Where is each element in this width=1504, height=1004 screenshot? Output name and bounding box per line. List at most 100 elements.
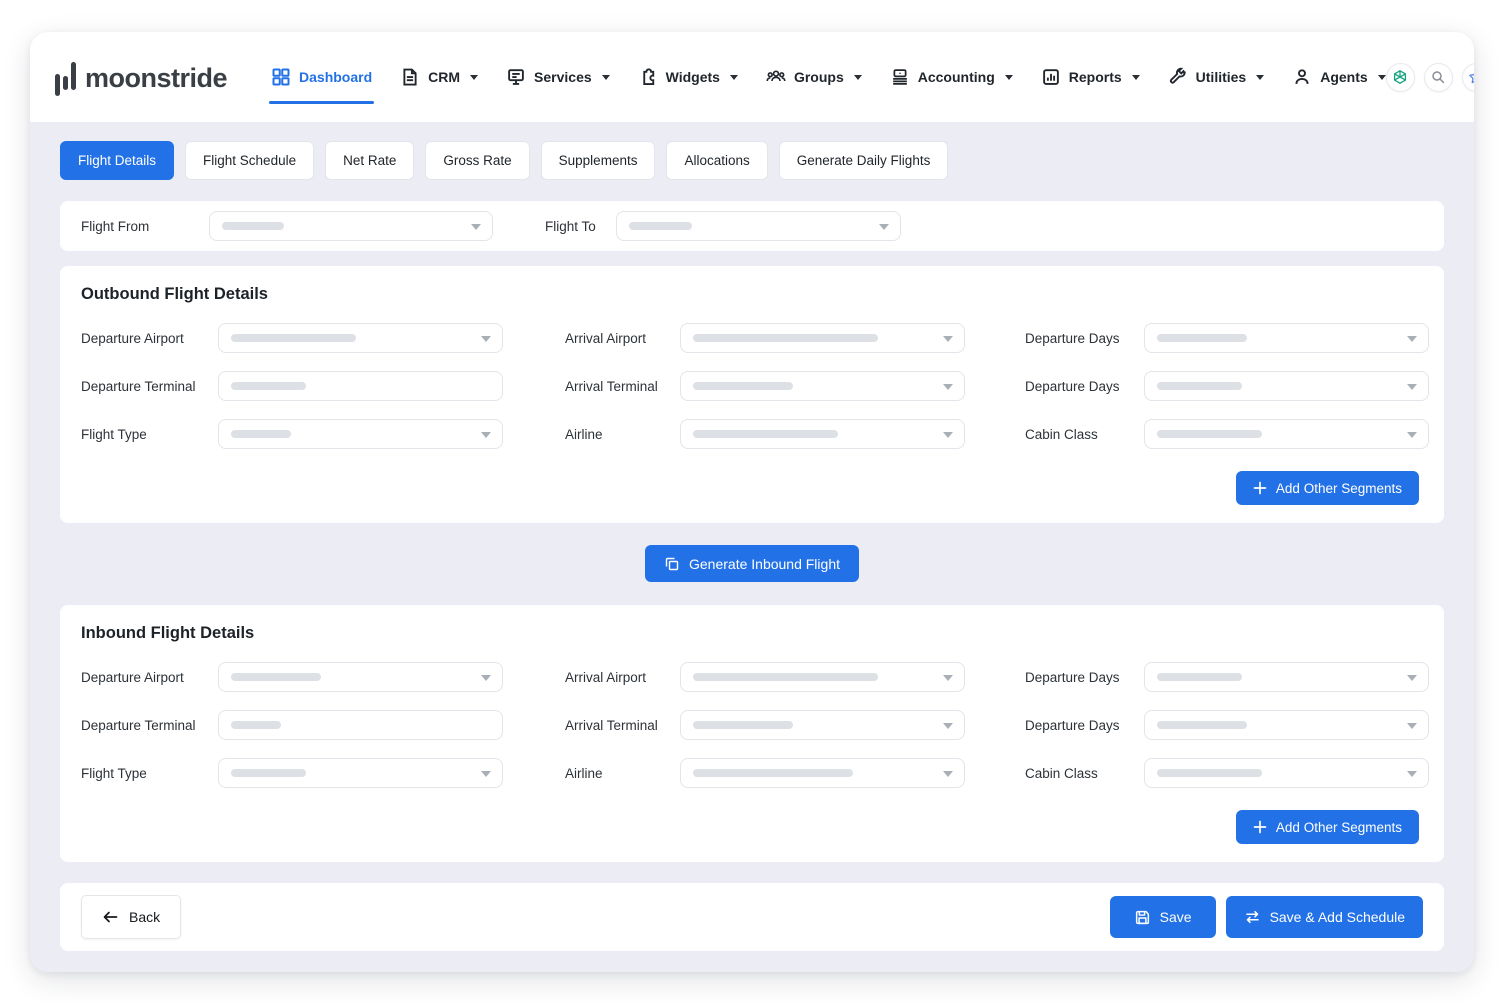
nav-item-reports[interactable]: Reports	[1041, 32, 1140, 122]
field-label: Airline	[503, 427, 680, 442]
outbound-title: Outbound Flight Details	[81, 284, 1419, 304]
field-label: Departure Airport	[81, 331, 218, 346]
outbound-arrival-airport-select[interactable]	[680, 323, 965, 353]
nav-item-dashboard[interactable]: Dashboard	[271, 32, 372, 122]
placeholder-bar	[693, 334, 878, 342]
field-label: Departure Terminal	[81, 718, 218, 733]
monitor-icon	[506, 67, 526, 87]
copy-icon	[664, 556, 680, 572]
tab-generate-daily-flights[interactable]: Generate Daily Flights	[779, 141, 949, 180]
outbound-flight-type-select[interactable]	[218, 419, 503, 449]
chevron-down-icon	[943, 771, 953, 777]
inbound-departure-airport-select[interactable]	[218, 662, 503, 692]
flight-to-select[interactable]	[616, 211, 901, 241]
inbound-add-other-segments-button[interactable]: Add Other Segments	[1236, 810, 1419, 844]
nav-label: Accounting	[918, 69, 995, 85]
button-label: Generate Inbound Flight	[689, 556, 840, 572]
inbound-departure-days-select[interactable]	[1144, 662, 1429, 692]
tab-supplements[interactable]: Supplements	[541, 141, 656, 180]
nav-item-widgets[interactable]: Widgets	[638, 32, 738, 122]
brand-logo-icon	[55, 62, 76, 92]
nav-label: Utilities	[1196, 69, 1247, 85]
tab-flight-schedule[interactable]: Flight Schedule	[185, 141, 314, 180]
wrench-icon	[1168, 67, 1188, 87]
outbound-departure-days-2-select[interactable]	[1144, 371, 1429, 401]
inbound-departure-days-2-select[interactable]	[1144, 710, 1429, 740]
openai-icon	[1392, 69, 1408, 85]
nav-label: Widgets	[666, 69, 720, 85]
inbound-cabin-class-select[interactable]	[1144, 758, 1429, 788]
field-label: Cabin Class	[965, 766, 1144, 781]
field-label: Arrival Airport	[503, 331, 680, 346]
field-label: Flight Type	[81, 427, 218, 442]
outbound-departure-airport-select[interactable]	[218, 323, 503, 353]
nav-item-agents[interactable]: Agents	[1292, 32, 1385, 122]
outbound-departure-terminal-input[interactable]	[218, 371, 503, 401]
outbound-panel: Outbound Flight Details Departure Airpor…	[60, 266, 1444, 523]
inbound-airline-select[interactable]	[680, 758, 965, 788]
save-button[interactable]: Save	[1110, 896, 1216, 938]
plus-icon	[1253, 820, 1267, 834]
favorites-button[interactable]	[1462, 63, 1474, 92]
field-label: Departure Days	[965, 670, 1144, 685]
chevron-down-icon	[943, 336, 953, 342]
nav-item-groups[interactable]: Groups	[766, 32, 862, 122]
footer-action-bar: Back Save Save & Add Schedule	[60, 883, 1444, 951]
button-label: Save	[1160, 909, 1192, 925]
chevron-down-icon	[1132, 75, 1140, 80]
outbound-departure-days-select[interactable]	[1144, 323, 1429, 353]
placeholder-bar	[222, 222, 284, 230]
grid-icon	[271, 67, 291, 87]
inbound-arrival-terminal-select[interactable]	[680, 710, 965, 740]
bar-chart-icon	[1041, 67, 1061, 87]
save-and-add-schedule-button[interactable]: Save & Add Schedule	[1226, 896, 1423, 938]
chevron-down-icon	[481, 771, 491, 777]
search-button[interactable]	[1424, 63, 1453, 92]
nav-label: Reports	[1069, 69, 1122, 85]
main-nav: Dashboard CRM Services Widgets Groups	[271, 32, 1386, 122]
chevron-down-icon	[730, 75, 738, 80]
generate-inbound-flight-button[interactable]: Generate Inbound Flight	[645, 545, 859, 582]
nav-label: CRM	[428, 69, 460, 85]
tab-flight-details[interactable]: Flight Details	[60, 141, 174, 180]
chevron-down-icon	[602, 75, 610, 80]
brand-logo[interactable]: moonstride	[55, 62, 227, 92]
button-label: Back	[129, 909, 160, 925]
outbound-arrival-terminal-select[interactable]	[680, 371, 965, 401]
field-label: Departure Days	[965, 331, 1144, 346]
chevron-down-icon	[1407, 771, 1417, 777]
chevron-down-icon	[470, 75, 478, 80]
app-window: moonstride Dashboard CRM Services Widget…	[30, 32, 1474, 972]
outbound-fields: Departure Airport Arrival Airport Depart…	[81, 314, 1419, 458]
field-label: Departure Terminal	[81, 379, 218, 394]
tab-gross-rate[interactable]: Gross Rate	[425, 141, 529, 180]
tab-allocations[interactable]: Allocations	[666, 141, 767, 180]
openai-assistant-button[interactable]	[1386, 63, 1415, 92]
inbound-arrival-airport-select[interactable]	[680, 662, 965, 692]
chevron-down-icon	[879, 224, 889, 230]
outbound-cabin-class-select[interactable]	[1144, 419, 1429, 449]
nav-item-services[interactable]: Services	[506, 32, 610, 122]
inbound-departure-terminal-input[interactable]	[218, 710, 503, 740]
inbound-flight-type-select[interactable]	[218, 758, 503, 788]
back-button[interactable]: Back	[81, 895, 181, 939]
inbound-fields: Departure Airport Arrival Airport Depart…	[81, 653, 1419, 797]
chevron-down-icon	[943, 675, 953, 681]
outbound-airline-select[interactable]	[680, 419, 965, 449]
cash-register-icon	[890, 67, 910, 87]
document-icon	[400, 67, 420, 87]
chevron-down-icon	[943, 432, 953, 438]
tab-net-rate[interactable]: Net Rate	[325, 141, 414, 180]
button-label: Add Other Segments	[1276, 820, 1402, 835]
nav-item-crm[interactable]: CRM	[400, 32, 478, 122]
placeholder-bar	[1157, 673, 1242, 681]
field-label: Departure Airport	[81, 670, 218, 685]
nav-label: Services	[534, 69, 592, 85]
flight-from-select[interactable]	[209, 211, 493, 241]
search-icon	[1430, 69, 1446, 85]
placeholder-bar	[231, 721, 281, 729]
nav-item-accounting[interactable]: Accounting	[890, 32, 1013, 122]
placeholder-bar	[693, 430, 838, 438]
nav-item-utilities[interactable]: Utilities	[1168, 32, 1265, 122]
outbound-add-other-segments-button[interactable]: Add Other Segments	[1236, 471, 1419, 505]
